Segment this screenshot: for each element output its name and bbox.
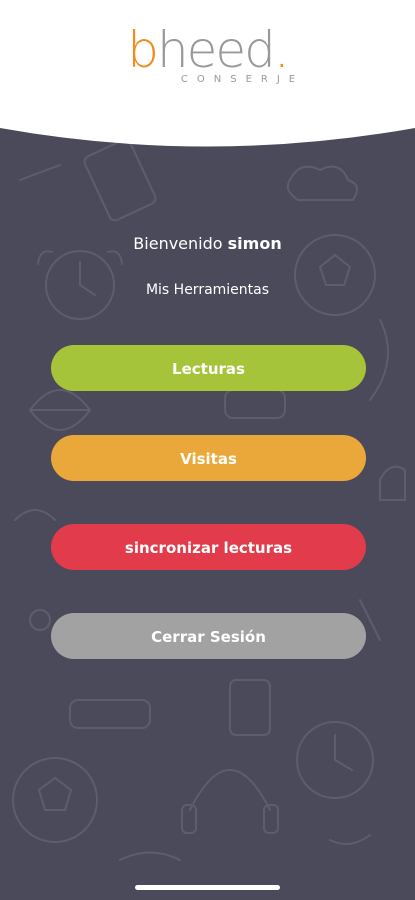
welcome-prefix: Bienvenido (133, 234, 223, 253)
welcome-username: simon (227, 234, 282, 253)
logout-button[interactable]: Cerrar Sesión (51, 613, 366, 659)
logo-wordmark: bheed. (0, 22, 415, 78)
logo-subtitle: CONSERJE (180, 74, 305, 85)
logo-dot: . (273, 21, 290, 79)
logo-prefix: b (127, 21, 159, 79)
welcome-message: Bienvenido simon (0, 234, 415, 253)
logo-rest: heed (156, 21, 276, 79)
home-indicator (135, 885, 280, 890)
lecturas-button[interactable]: Lecturas (51, 345, 366, 391)
visitas-button[interactable]: Visitas (51, 435, 366, 481)
app-logo: bheed. CONSERJE (0, 22, 415, 85)
tools-heading: Mis Herramientas (145, 282, 270, 298)
sync-readings-button[interactable]: sincronizar lecturas (51, 524, 366, 570)
